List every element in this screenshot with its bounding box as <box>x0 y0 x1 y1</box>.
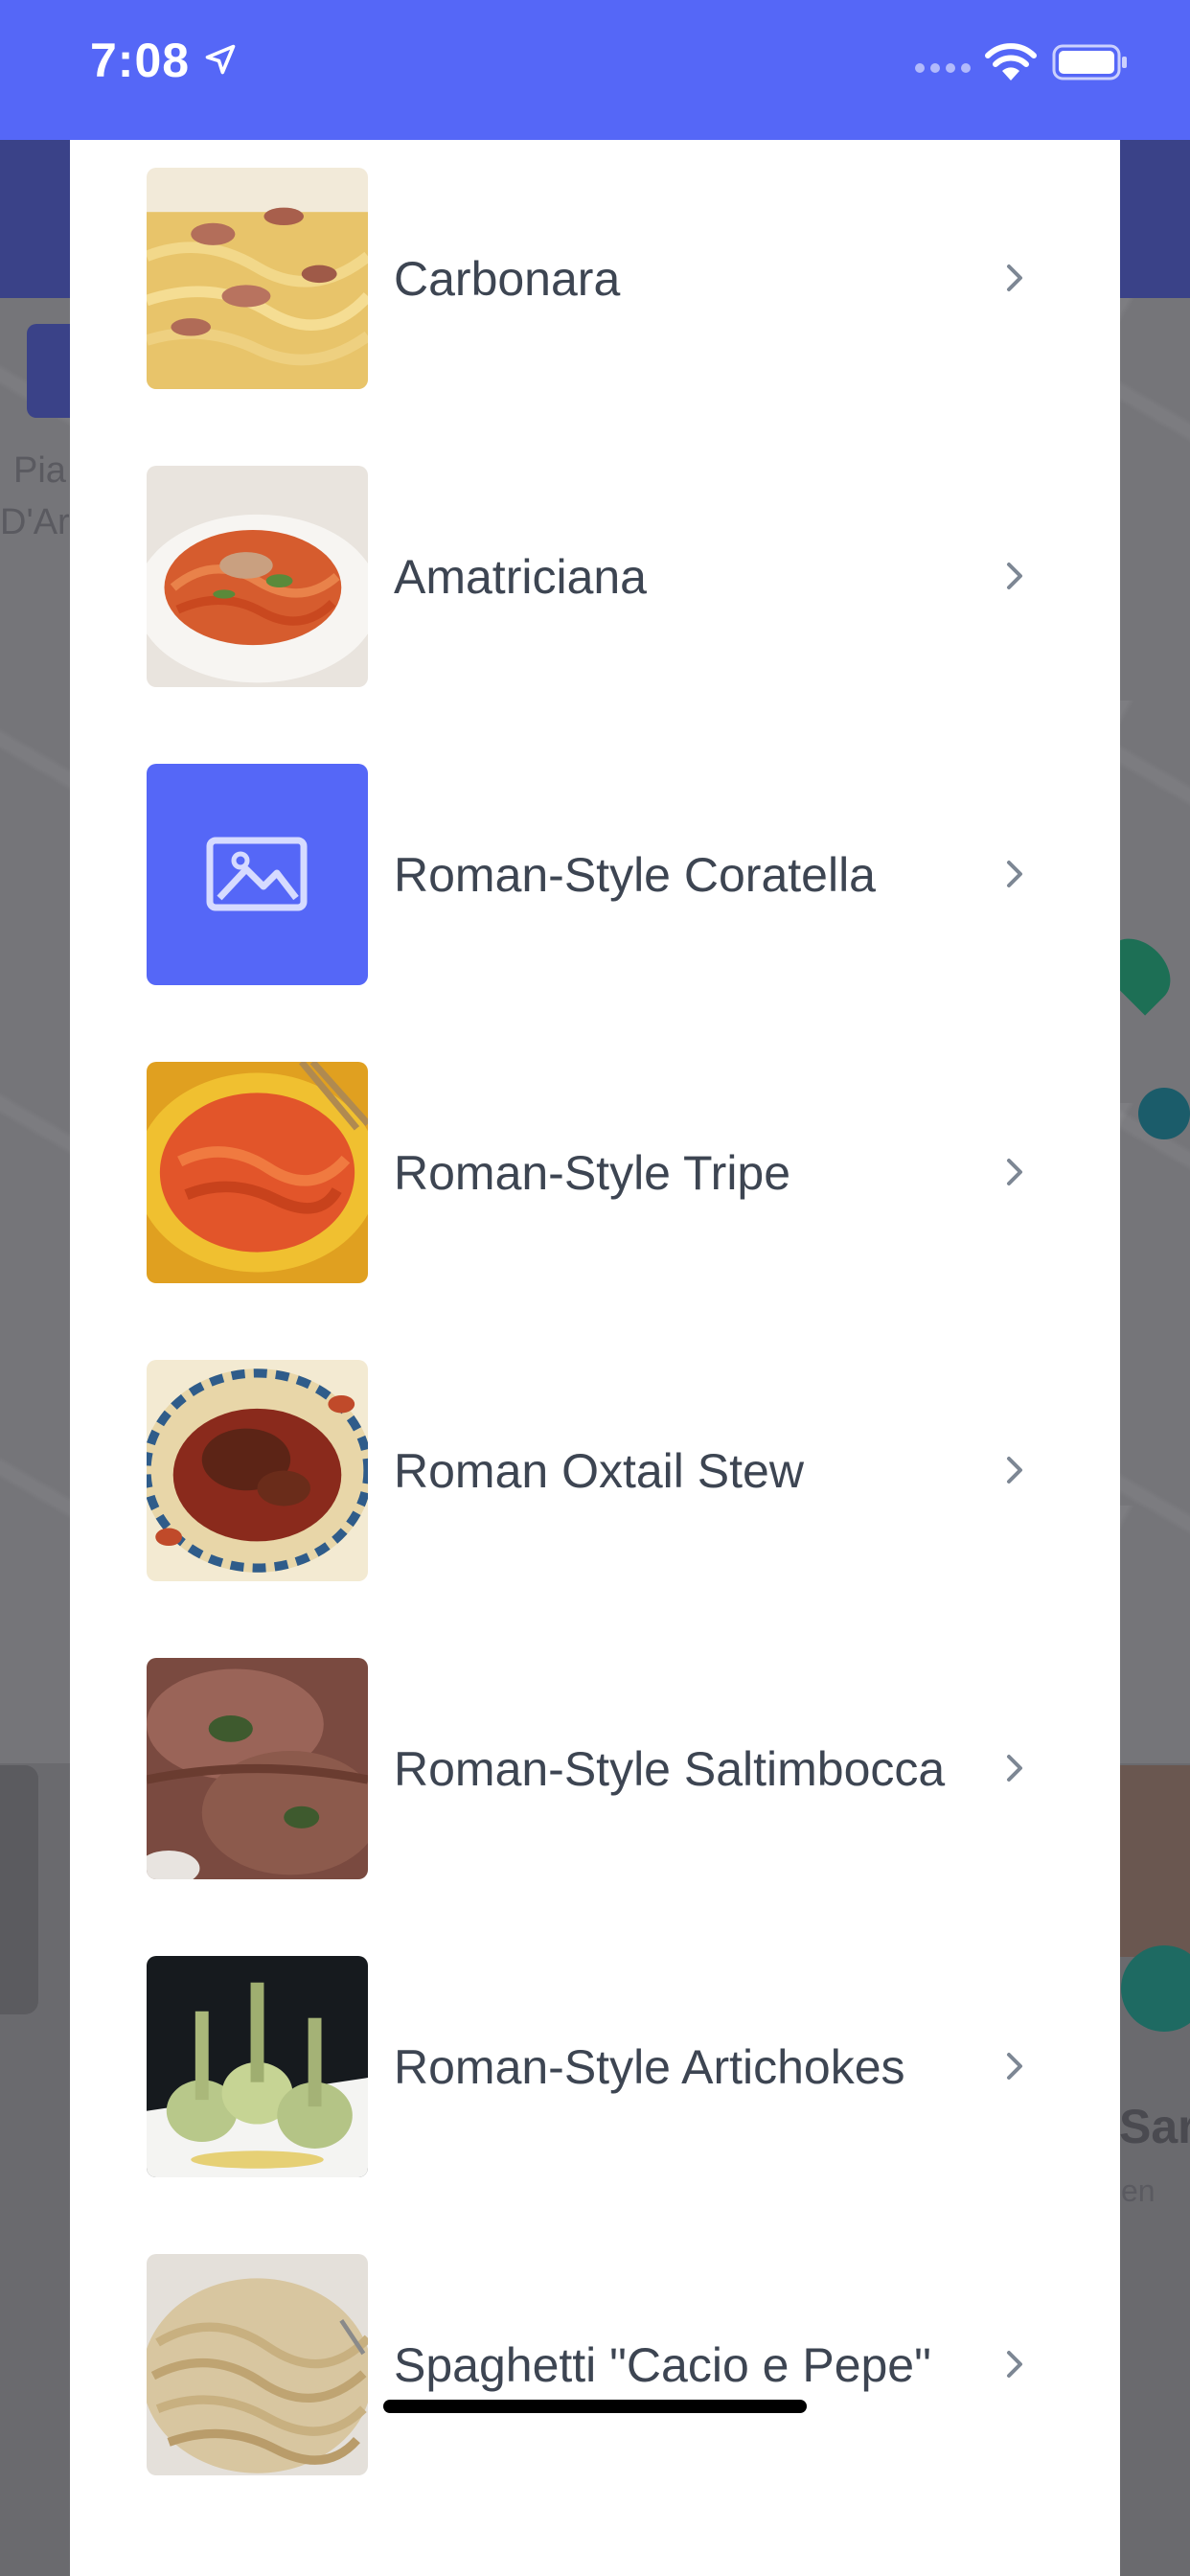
background-card <box>1119 1765 1190 1957</box>
home-indicator[interactable] <box>383 2400 807 2413</box>
dish-thumbnail <box>147 1956 368 2177</box>
dish-list-sheet: Carbonara Amatriciana Roman-Style Corate… <box>70 140 1120 2576</box>
chevron-right-icon <box>1007 861 1022 887</box>
dish-name: Roman Oxtail Stew <box>394 1443 804 1498</box>
chevron-right-icon <box>1007 1457 1022 1484</box>
dish-row-roman-style-artichokes[interactable]: Roman-Style Artichokes <box>70 1956 1120 2178</box>
dish-row-spaghetti-cacio-e-pepe[interactable]: Spaghetti "Cacio e Pepe" <box>70 2254 1120 2476</box>
background-map-marker <box>1138 1088 1190 1139</box>
chevron-right-icon <box>1007 2053 1022 2080</box>
dish-thumbnail <box>147 1360 368 1581</box>
background-map-label: D'Ar <box>0 502 70 542</box>
dish-row-roman-style-tripe[interactable]: Roman-Style Tripe <box>70 1062 1120 1284</box>
dish-name: Roman-Style Coratella <box>394 847 876 902</box>
background-card-subtitle: en <box>1121 2174 1156 2208</box>
dish-thumbnail <box>147 168 368 389</box>
dish-name: Spaghetti "Cacio e Pepe" <box>394 2337 931 2392</box>
dish-name: Carbonara <box>394 251 621 306</box>
chevron-right-icon <box>1007 1159 1022 1185</box>
chevron-right-icon <box>1007 1755 1022 1782</box>
location-arrow-icon <box>205 44 236 75</box>
dish-thumbnail <box>147 2254 368 2475</box>
dish-name: Roman-Style Saltimbocca <box>394 1741 946 1796</box>
status-time: 7:08 <box>90 34 191 87</box>
dish-row-amatriciana[interactable]: Amatriciana <box>70 466 1120 688</box>
dish-thumbnail <box>147 1658 368 1879</box>
cellular-signal-icon <box>915 63 971 73</box>
chevron-right-icon <box>1007 264 1022 291</box>
dish-thumbnail <box>147 1062 368 1283</box>
battery-icon <box>1052 44 1127 80</box>
status-bar: 7:08 <box>0 0 1190 140</box>
dish-name: Roman-Style Artichokes <box>394 2039 905 2094</box>
wifi-icon <box>985 43 1037 80</box>
dish-row-carbonara[interactable]: Carbonara <box>70 168 1120 390</box>
dish-name: Roman-Style Tripe <box>394 1145 791 1200</box>
background-map-label: Pia <box>13 450 66 491</box>
dish-row-roman-style-saltimbocca[interactable]: Roman-Style Saltimbocca <box>70 1658 1120 1880</box>
image-placeholder-icon <box>147 764 368 985</box>
background-card <box>0 1765 38 2014</box>
dish-row-roman-style-coratella[interactable]: Roman-Style Coratella <box>70 764 1120 986</box>
background-card-title: Sar <box>1119 2100 1190 2153</box>
dish-name: Amatriciana <box>394 549 647 604</box>
dish-thumbnail <box>147 466 368 687</box>
dish-row-roman-oxtail-stew[interactable]: Roman Oxtail Stew <box>70 1360 1120 1582</box>
chevron-right-icon <box>1007 2351 1022 2378</box>
chevron-right-icon <box>1007 563 1022 589</box>
